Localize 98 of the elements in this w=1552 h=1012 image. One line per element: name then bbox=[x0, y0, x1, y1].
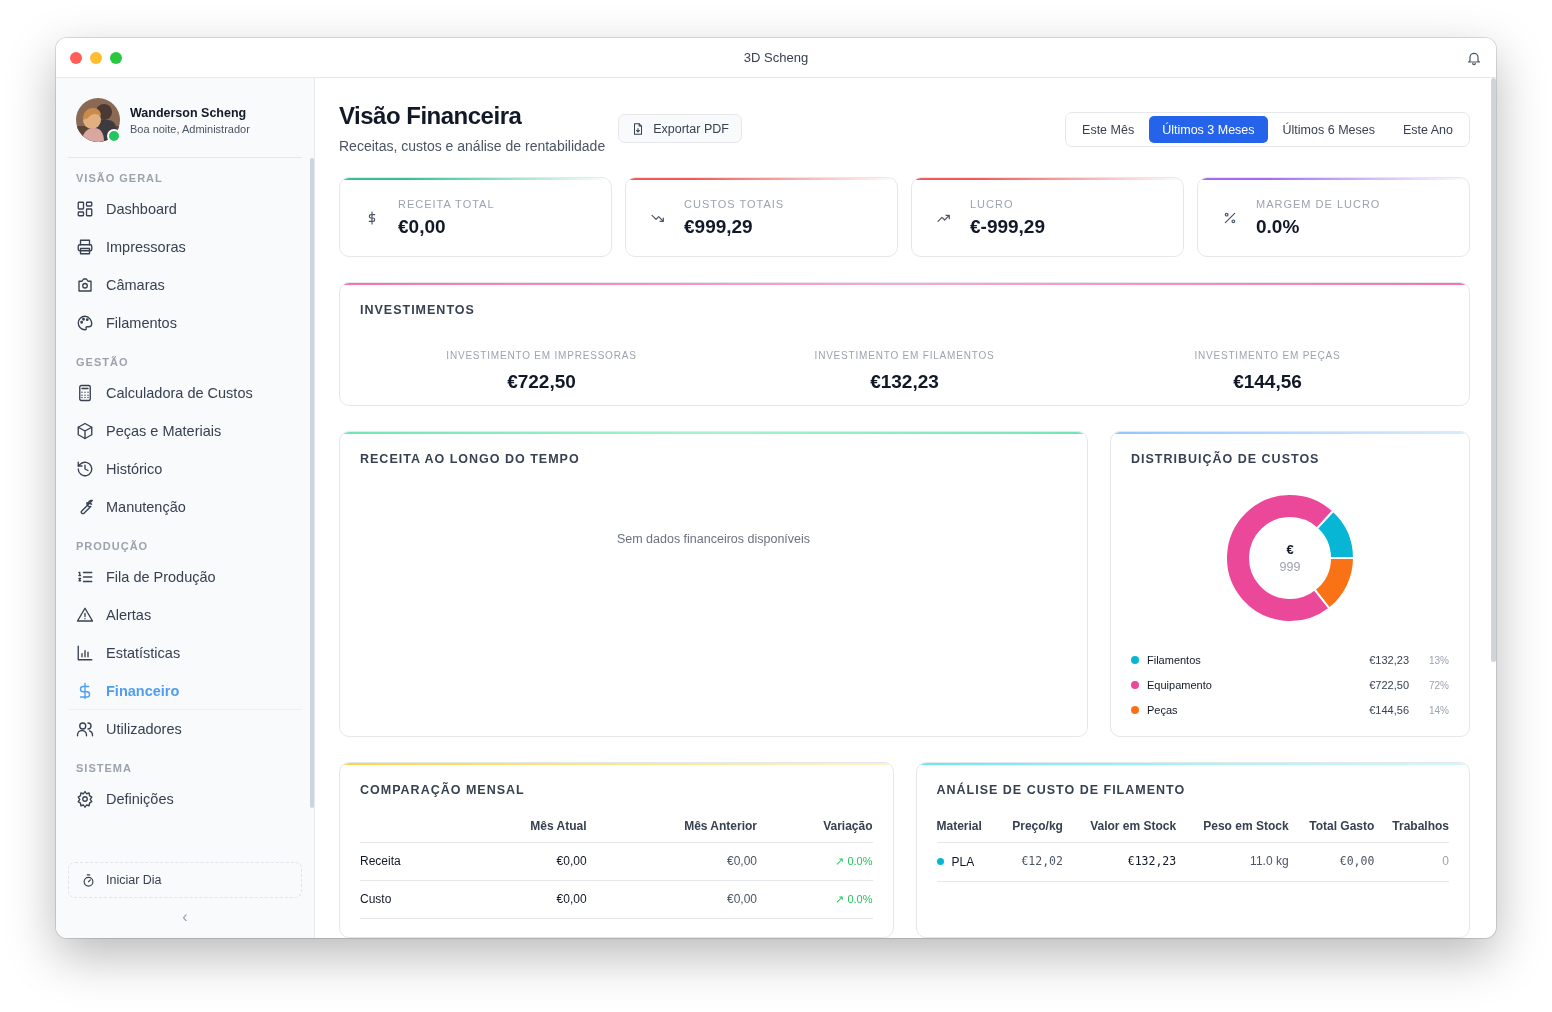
camera-icon bbox=[76, 276, 94, 294]
page-title: Visão Financeira bbox=[339, 102, 523, 130]
stat-label: CUSTOS TOTAIS bbox=[684, 198, 785, 210]
sidebar-item[interactable]: Manutenção bbox=[68, 488, 302, 526]
legend-value: €132,23 bbox=[1369, 654, 1409, 666]
dashboard-icon bbox=[76, 200, 94, 218]
card-title: RECEITA AO LONGO DO TEMPO bbox=[360, 452, 581, 466]
section-heading: SISTEMA bbox=[75, 761, 133, 776]
table-cell: €0,00 bbox=[586, 880, 758, 919]
card-title: DISTRIBUIÇÃO DE CUSTOS bbox=[1131, 452, 1321, 466]
column-header: Preço/kg bbox=[996, 819, 1063, 843]
bar-chart-icon bbox=[76, 644, 94, 662]
section-heading: GESTÃO bbox=[75, 355, 130, 370]
export-pdf-button[interactable]: Exportar PDF bbox=[618, 114, 742, 143]
section-heading: PRODUÇÃO bbox=[75, 539, 150, 554]
minimize-button[interactable] bbox=[90, 51, 102, 64]
donut-center-value: 999 bbox=[1278, 560, 1302, 574]
column-header: Peso em Stock bbox=[1176, 819, 1289, 843]
stopwatch-icon bbox=[81, 872, 96, 888]
investment-label: INVESTIMENTO EM FILAMENTOS bbox=[813, 350, 996, 361]
column-header: Trabalhos bbox=[1374, 819, 1449, 843]
table-cell: 11.0 kg bbox=[1176, 842, 1289, 881]
window-title: 3D Scheng bbox=[742, 50, 810, 65]
column-header: Total Gasto bbox=[1288, 819, 1375, 843]
column-header: Variação bbox=[757, 819, 873, 843]
investment-value: €722,50 bbox=[506, 371, 577, 393]
sidebar-item[interactable]: Câmaras bbox=[68, 266, 302, 304]
table-cell: 0 bbox=[1374, 842, 1449, 881]
column-header: Valor em Stock bbox=[1062, 819, 1177, 843]
investment-label: INVESTIMENTO EM PEÇAS bbox=[1193, 350, 1342, 361]
user-greeting: Boa noite, Administrador bbox=[130, 122, 250, 135]
legend-label: Filamentos bbox=[1147, 654, 1202, 666]
legend-label: Equipamento bbox=[1147, 679, 1213, 691]
users-icon bbox=[76, 720, 94, 738]
user-name: Wanderson Scheng bbox=[130, 105, 248, 120]
card-title: COMPARAÇÃO MENSAL bbox=[360, 783, 526, 797]
legend-value: €722,50 bbox=[1369, 679, 1409, 691]
card-title: INVESTIMENTOS bbox=[360, 303, 476, 317]
legend-label: Peças bbox=[1147, 704, 1179, 716]
table-cell: €132,23 bbox=[1062, 842, 1177, 881]
sidebar-item[interactable]: Filamentos bbox=[68, 304, 302, 342]
close-button[interactable] bbox=[70, 51, 82, 64]
zoom-button[interactable] bbox=[110, 51, 122, 64]
period-tab[interactable]: Últimos 6 Meses bbox=[1269, 116, 1388, 143]
investment-value: €132,23 bbox=[869, 371, 940, 393]
table-cell: ↗ 0.0% bbox=[757, 880, 873, 919]
sidebar-item[interactable]: Fila de Produção bbox=[68, 558, 302, 596]
period-tab[interactable]: Este Mês bbox=[1069, 116, 1148, 143]
column-header: Mês Atual bbox=[455, 819, 587, 843]
table-cell: €0,00 bbox=[1288, 842, 1375, 881]
sidebar-item[interactable]: Impressoras bbox=[68, 228, 302, 266]
stat-value: 0.0% bbox=[1256, 216, 1301, 238]
stat-value: €-999,29 bbox=[970, 216, 1045, 238]
stat-value: €999,29 bbox=[684, 216, 754, 238]
sidebar-item[interactable]: Estatísticas bbox=[68, 634, 302, 672]
stat-label: RECEITA TOTAL bbox=[398, 198, 495, 210]
legend-percent: 14% bbox=[1428, 704, 1449, 716]
table-cell: Custo bbox=[360, 880, 456, 919]
sidebar-item[interactable]: Dashboard bbox=[68, 190, 302, 228]
table-cell: ↗ 0.0% bbox=[757, 842, 873, 881]
sidebar-item[interactable]: Alertas bbox=[68, 596, 302, 634]
percent-icon bbox=[1222, 210, 1238, 226]
column-header: Mês Anterior bbox=[586, 819, 758, 843]
column-header: Material bbox=[936, 819, 997, 843]
empty-message: Sem dados financeiros disponíveis bbox=[615, 532, 812, 546]
settings-icon bbox=[76, 790, 94, 808]
investment-value: €144,56 bbox=[1232, 371, 1303, 393]
investment-label: INVESTIMENTO EM IMPRESSORAS bbox=[445, 350, 638, 361]
sidebar-item[interactable]: Calculadora de Custos bbox=[68, 374, 302, 412]
table-cell: €0,00 bbox=[455, 842, 587, 881]
calculator-icon bbox=[76, 384, 94, 402]
page-subtitle: Receitas, custos e análise de rentabilidade bbox=[339, 138, 606, 154]
card-title: ANÁLISE DE CUSTO DE FILAMENTO bbox=[936, 783, 1187, 797]
legend-percent: 13% bbox=[1428, 654, 1449, 666]
table-cell: Receita bbox=[360, 842, 456, 881]
warning-icon bbox=[76, 606, 94, 624]
legend-value: €144,56 bbox=[1369, 704, 1409, 716]
table-cell: €0,00 bbox=[455, 880, 587, 919]
period-tab[interactable]: Este Ano bbox=[1389, 116, 1466, 143]
box-icon bbox=[76, 422, 94, 440]
stat-label: MARGEM DE LUCRO bbox=[1256, 198, 1381, 210]
table-cell: PLA bbox=[951, 854, 975, 869]
stat-value: €0,00 bbox=[398, 216, 447, 238]
start-day-button[interactable]: Iniciar Dia bbox=[68, 862, 302, 898]
sidebar-item[interactable]: Definições bbox=[68, 780, 302, 818]
sidebar-item[interactable]: Histórico bbox=[68, 450, 302, 488]
sidebar-item[interactable]: Peças e Materiais bbox=[68, 412, 302, 450]
legend-percent: 72% bbox=[1428, 679, 1449, 691]
stat-label: LUCRO bbox=[970, 198, 1015, 210]
section-heading: VISÃO GERAL bbox=[75, 171, 164, 186]
palette-icon bbox=[76, 314, 94, 332]
table-cell: €12,02 bbox=[996, 842, 1063, 881]
donut-center-symbol: € bbox=[1285, 542, 1295, 557]
printer-icon bbox=[76, 238, 94, 256]
period-tab[interactable]: Últimos 3 Meses bbox=[1149, 116, 1268, 143]
sidebar-item[interactable]: Utilizadores bbox=[68, 710, 302, 748]
table-cell: €0,00 bbox=[586, 842, 758, 881]
history-icon bbox=[76, 460, 94, 478]
